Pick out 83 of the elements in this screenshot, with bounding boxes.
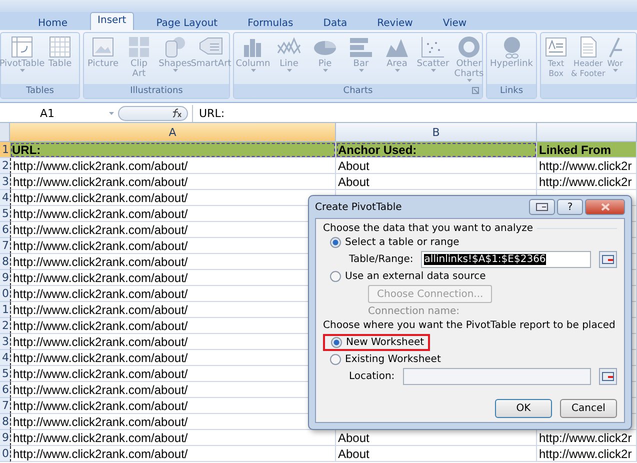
section-heading: Choose where you want the PivotTable report to be placed: [323, 320, 616, 331]
dialog-button[interactable]: OK: [495, 399, 552, 418]
row-header[interactable]: 2: [0, 158, 10, 174]
collapse-icon: [602, 255, 614, 264]
ribbon-tab[interactable]: View: [434, 15, 475, 30]
section-heading: Choose the data that you want to analyze: [323, 223, 534, 234]
range-field[interactable]: allinlinks!$A$1:$E$2366: [421, 251, 591, 268]
table-cell: http://www.click2r: [537, 430, 637, 446]
group-label: Links: [500, 86, 524, 96]
table-cell: Linked From: [537, 142, 637, 158]
donut-chart-icon: [456, 35, 482, 59]
table-cell: About: [336, 446, 537, 462]
ribbon-tab[interactable]: Home: [30, 15, 76, 30]
table-icon: [47, 35, 73, 59]
table-cell: http://www.click2r: [537, 158, 637, 174]
close-icon: [600, 203, 610, 211]
ribbon-tab[interactable]: Formulas: [240, 15, 302, 30]
collapse-button[interactable]: [529, 199, 555, 215]
table-cell: http://www.click2r: [537, 446, 637, 462]
close-button[interactable]: [585, 199, 625, 215]
text-box-icon: [543, 35, 569, 59]
row-header[interactable]: 9: [0, 430, 10, 446]
field-label: Connection name:: [368, 306, 460, 317]
table-cell: http://www.click2rank.com/about/: [10, 430, 336, 446]
table-cell: http://www.click2r: [537, 174, 637, 190]
table-cell: URL:: [10, 142, 336, 158]
row-header[interactable]: 5: [0, 206, 10, 222]
field-label: Location:: [349, 371, 395, 382]
clip-art-icon: [126, 35, 152, 59]
column-header[interactable]: [537, 123, 637, 142]
table-cell: http://www.click2rank.com/about/: [10, 446, 336, 462]
row-header[interactable]: 8: [0, 254, 10, 270]
range-picker-button[interactable]: [599, 251, 617, 268]
row-header[interactable]: 1: [0, 142, 10, 158]
formula-field[interactable]: URL:: [192, 104, 637, 122]
row-header[interactable]: 6: [0, 222, 10, 238]
group-label: Tables: [26, 86, 54, 96]
row-header[interactable]: 1: [0, 302, 10, 318]
row-header[interactable]: 4: [0, 350, 10, 366]
column-header[interactable]: A: [10, 123, 336, 142]
field-label: Table/Range:: [349, 254, 414, 265]
pivot-table-icon: [9, 35, 35, 59]
ribbon-tab[interactable]: Insert: [90, 12, 134, 30]
column-header[interactable]: B: [336, 123, 537, 142]
picture-icon: [90, 35, 116, 59]
table-cell: http://www.click2rank.com/about/: [10, 174, 336, 190]
collapse-icon: [602, 372, 614, 381]
caret-icon: [109, 112, 114, 114]
table-cell: About: [336, 174, 537, 190]
row-header[interactable]: 5: [0, 366, 10, 382]
ribbon-tab[interactable]: Data: [315, 15, 356, 30]
row-header[interactable]: 7: [0, 238, 10, 254]
name-box[interactable]: A1: [0, 104, 118, 122]
row-header[interactable]: 2: [0, 318, 10, 334]
ribbon-tab[interactable]: Page Layout: [148, 15, 226, 30]
row-header[interactable]: 3: [0, 334, 10, 350]
range-picker-button[interactable]: [599, 368, 617, 385]
function-button[interactable]: [118, 106, 188, 120]
collapse-icon: [536, 203, 548, 211]
row-header[interactable]: 0: [0, 446, 10, 462]
letter-art-icon: [608, 35, 622, 59]
bar-chart-icon: [348, 35, 374, 59]
ribbon-tab[interactable]: Review: [369, 15, 421, 30]
row-header[interactable]: 6: [0, 382, 10, 398]
scatter-chart-icon: [420, 35, 446, 59]
location-field[interactable]: [402, 368, 591, 385]
radio-option[interactable]: New Worksheet: [323, 334, 430, 351]
row-header[interactable]: 7: [0, 398, 10, 414]
table-cell: http://www.click2rank.com/about/: [10, 158, 336, 174]
row-header[interactable]: 0: [0, 286, 10, 302]
fx-icon: [170, 108, 182, 118]
row-header[interactable]: 9: [0, 270, 10, 286]
table-cell: Anchor Used:: [336, 142, 537, 158]
group-label: Charts: [343, 86, 373, 96]
dialog-launcher-icon[interactable]: [472, 87, 479, 94]
table-cell: About: [336, 430, 537, 446]
row-header[interactable]: 3: [0, 174, 10, 190]
help-button[interactable]: ?: [557, 199, 583, 215]
group-label: Illustrations: [130, 86, 183, 96]
table-cell: About: [336, 158, 537, 174]
row-header[interactable]: 8: [0, 414, 10, 430]
dialog-button[interactable]: Cancel: [560, 399, 617, 418]
row-header[interactable]: 4: [0, 190, 10, 206]
